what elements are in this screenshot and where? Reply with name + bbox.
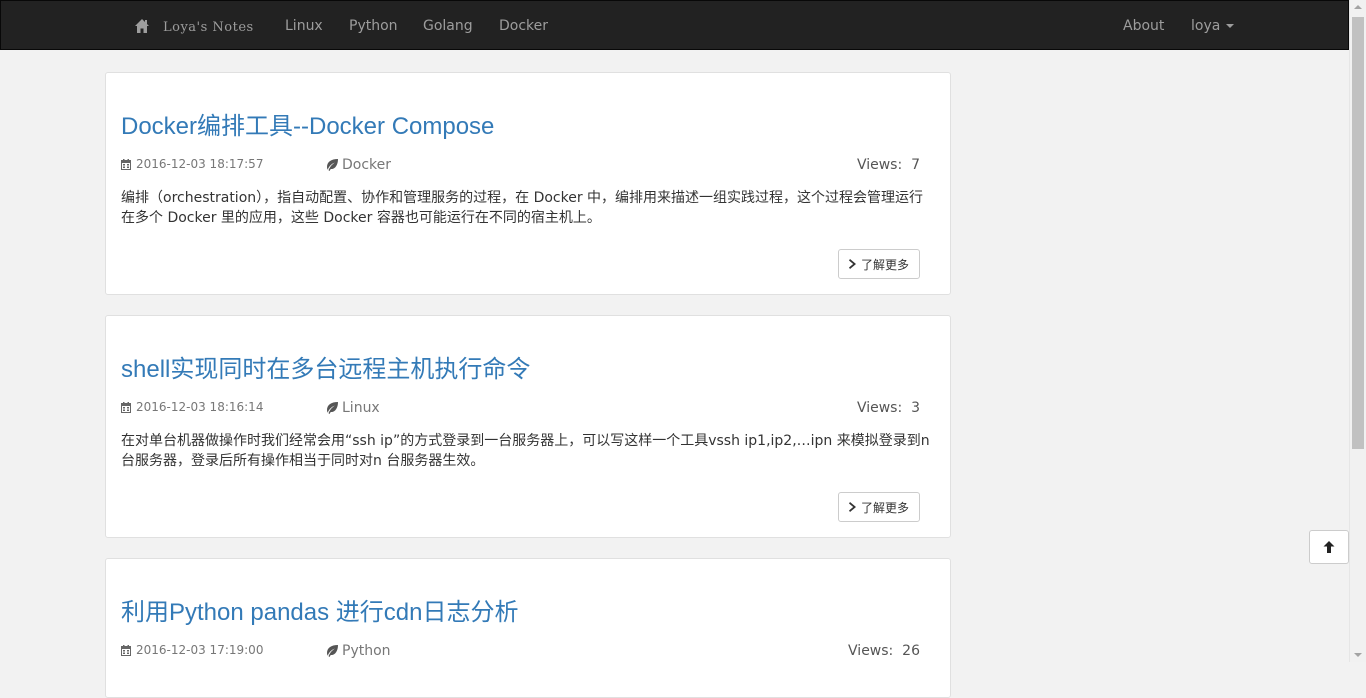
calendar-icon: [121, 644, 131, 656]
scroll-down-icon[interactable]: [1354, 653, 1362, 657]
post-title[interactable]: 利用Python pandas 进行cdn日志分析: [121, 592, 519, 627]
post-summary: 在对单台机器做操作时我们经常会用“ssh ip”的方式登录到一台服务器上，可以写…: [121, 433, 930, 469]
post-category[interactable]: Python: [325, 643, 391, 659]
nav-link-docker[interactable]: Docker: [499, 18, 548, 34]
user-name: loya: [1191, 18, 1221, 34]
post-category-text: Linux: [342, 400, 380, 416]
post-date: 2016-12-03 18:16:14: [121, 400, 263, 414]
post-card: Docker编排工具--Docker Compose 2016-12-03 18…: [105, 72, 951, 295]
read-more-label: 了解更多: [860, 257, 909, 272]
nav-link-about[interactable]: About: [1123, 18, 1164, 34]
leaf-icon: [327, 645, 338, 657]
read-more-button[interactable]: 了解更多: [837, 492, 920, 522]
scroll-up-icon[interactable]: [1354, 5, 1362, 9]
post-card: shell实现同时在多台远程主机执行命令 2016-12-03 18:16:14…: [105, 315, 951, 538]
home-icon: [135, 19, 149, 33]
read-more-label: 了解更多: [860, 500, 909, 515]
chevron-right-icon: [848, 502, 856, 512]
post-date-text: 2016-12-03 17:19:00: [136, 643, 264, 657]
post-category-text: Python: [342, 643, 391, 659]
post-views: Views: 7: [857, 157, 920, 173]
post-summary: 编排（orchestration），指自动配置、协作和管理服务的过程，在 Doc…: [121, 190, 924, 226]
nav-link-linux[interactable]: Linux: [285, 18, 323, 34]
post-views: Views: 3: [857, 400, 920, 416]
chevron-right-icon: [848, 259, 856, 269]
calendar-icon: [121, 401, 131, 413]
post-category-text: Docker: [342, 157, 392, 173]
post-date-text: 2016-12-03 18:16:14: [136, 400, 264, 414]
views-label: Views:: [848, 643, 894, 659]
caret-down-icon: [1226, 24, 1235, 28]
post-card: 利用Python pandas 进行cdn日志分析 2016-12-03 17:…: [105, 558, 951, 698]
post-date: 2016-12-03 18:17:57: [121, 157, 263, 171]
views-label: Views:: [856, 400, 903, 416]
read-more-button[interactable]: 了解更多: [837, 249, 920, 279]
views-count: 7: [911, 157, 920, 173]
nav-link-golang[interactable]: Golang: [423, 18, 473, 34]
leaf-icon: [327, 159, 338, 171]
scroll-thumb[interactable]: [1352, 17, 1364, 449]
post-date: 2016-12-03 17:19:00: [121, 643, 263, 657]
post-title[interactable]: shell实现同时在多台远程主机执行命令: [121, 349, 530, 384]
views-label: Views:: [856, 157, 903, 173]
brand-link[interactable]: Loya's Notes: [134, 16, 254, 36]
nav-link-python[interactable]: Python: [349, 18, 398, 34]
post-category[interactable]: Linux: [325, 400, 380, 416]
back-to-top-button[interactable]: [1309, 530, 1349, 564]
brand-text: Loya's Notes: [163, 19, 254, 35]
arrow-up-icon: [1323, 541, 1335, 553]
leaf-icon: [327, 402, 338, 414]
user-dropdown[interactable]: loya: [1191, 18, 1235, 34]
post-views: Views: 26: [848, 643, 920, 659]
top-navbar: Loya's Notes Linux Python Golang Docker …: [0, 0, 1349, 50]
post-title[interactable]: Docker编排工具--Docker Compose: [121, 106, 494, 141]
post-date-text: 2016-12-03 18:17:57: [136, 157, 264, 171]
page-scrollbar[interactable]: [1349, 0, 1366, 662]
post-category[interactable]: Docker: [325, 157, 391, 173]
views-count: 26: [902, 643, 920, 659]
views-count: 3: [911, 400, 920, 416]
calendar-icon: [121, 158, 131, 170]
